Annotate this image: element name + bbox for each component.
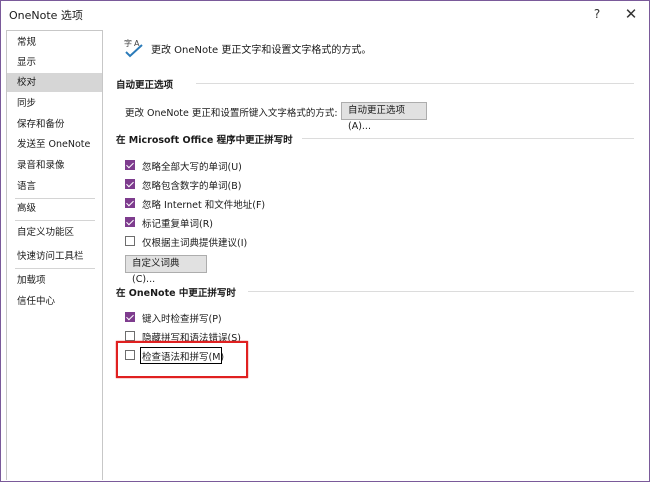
proofing-panel: 字 A 更改 OneNote 更正文字和设置文字格式的方式。 自动更正选项 更改… — [116, 31, 641, 476]
option-label: 忽略包含数字的单词(B) — [142, 181, 242, 192]
svg-text:字: 字 — [124, 38, 132, 48]
option-label: 忽略 Internet 和文件地址(F) — [142, 200, 266, 211]
sidebar-item-sync[interactable]: 同步 — [7, 94, 102, 113]
sidebar-item-save-backup[interactable]: 保存和备份 — [7, 115, 102, 134]
highlight-annotation — [116, 341, 248, 378]
checkbox-main-dictionary-only[interactable] — [125, 236, 135, 246]
title-bar: OneNote 选项 ? ✕ — [1, 1, 649, 27]
sidebar-divider — [15, 220, 95, 221]
autocorrect-section-title: 自动更正选项 — [116, 80, 174, 91]
onenote-spelling-section-title: 在 OneNote 中更正拼写时 — [116, 288, 236, 299]
sidebar-item-audio-video[interactable]: 录音和录像 — [7, 156, 102, 175]
checkbox-ignore-uppercase[interactable] — [125, 160, 135, 170]
sidebar-nav: 常规 显示 校对 同步 保存和备份 发送至 OneNote 录音和录像 语言 高… — [6, 30, 103, 480]
checkbox-ignore-internet[interactable] — [125, 198, 135, 208]
checkbox-flag-repeated[interactable] — [125, 217, 135, 227]
option-label: 仅根据主词典提供建议(I) — [142, 238, 248, 249]
sidebar-item-general[interactable]: 常规 — [7, 33, 102, 52]
autocorrect-description: 更改 OneNote 更正和设置所键入文字格式的方式: — [125, 108, 338, 119]
sidebar-item-display[interactable]: 显示 — [7, 53, 102, 72]
abc-proofing-icon: 字 A — [124, 38, 143, 58]
option-label: 键入时检查拼写(P) — [142, 314, 222, 325]
section-divider — [196, 83, 634, 84]
sidebar-item-addins[interactable]: 加载项 — [7, 271, 102, 290]
options-dialog: OneNote 选项 ? ✕ 常规 显示 校对 同步 保存和备份 发送至 One… — [0, 0, 650, 482]
panel-description: 更改 OneNote 更正文字和设置文字格式的方式。 — [151, 45, 372, 56]
help-button[interactable]: ? — [587, 5, 607, 23]
sidebar-item-trust-center[interactable]: 信任中心 — [7, 292, 102, 311]
section-divider — [302, 138, 634, 139]
checkbox-hide-errors[interactable] — [125, 331, 135, 341]
sidebar-item-proofing[interactable]: 校对 — [7, 73, 102, 92]
section-divider — [248, 291, 634, 292]
close-button[interactable]: ✕ — [621, 5, 641, 23]
sidebar-item-advanced[interactable]: 高级 — [7, 199, 102, 218]
sidebar-divider — [15, 268, 95, 269]
autocorrect-options-button[interactable]: 自动更正选项(A)... — [341, 102, 427, 132]
custom-dictionaries-button[interactable]: 自定义词典(C)... — [125, 255, 207, 285]
sidebar-item-customize-ribbon[interactable]: 自定义功能区 — [7, 223, 102, 242]
sidebar-item-send-to-onenote[interactable]: 发送至 OneNote — [7, 135, 102, 154]
checkbox-check-spelling-as-type[interactable] — [125, 312, 135, 322]
sidebar-item-language[interactable]: 语言 — [7, 177, 102, 196]
sidebar-item-quick-access-toolbar[interactable]: 快速访问工具栏 — [7, 247, 102, 266]
window-title: OneNote 选项 — [9, 9, 83, 22]
option-label: 忽略全部大写的单词(U) — [142, 162, 242, 173]
office-spelling-section-title: 在 Microsoft Office 程序中更正拼写时 — [116, 135, 293, 146]
option-label: 标记重复单词(R) — [142, 219, 214, 230]
checkbox-ignore-numbers[interactable] — [125, 179, 135, 189]
